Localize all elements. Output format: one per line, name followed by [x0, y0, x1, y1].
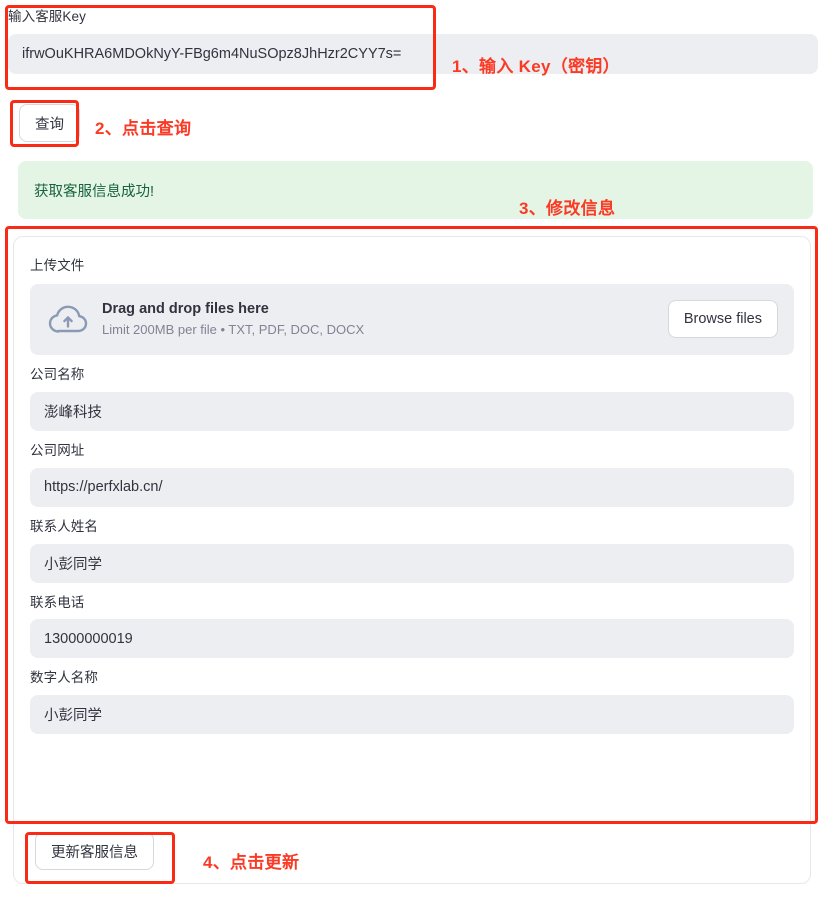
company-website-group: 公司网址 https://perfxlab.cn/: [30, 442, 794, 507]
update-button[interactable]: 更新客服信息: [35, 832, 154, 870]
file-upload-group: 上传文件 Drag and drop files here Limit 200M…: [30, 257, 794, 355]
file-upload-label: 上传文件: [30, 258, 85, 273]
annotation-label-step-2: 2、点击查询: [95, 119, 192, 138]
query-button[interactable]: 查询: [19, 104, 80, 142]
contact-phone-input[interactable]: 13000000019: [30, 619, 794, 659]
annotation-label-step-3: 3、修改信息: [519, 199, 616, 218]
key-input[interactable]: ifrwOuKHRA6MDOkNyY-FBg6m4NuSOpz8JhHzr2CY…: [8, 33, 818, 74]
customer-service-form-card: 上传文件 Drag and drop files here Limit 200M…: [13, 236, 811, 884]
cloud-upload-icon: [46, 297, 90, 341]
contact-name-input[interactable]: 小彭同学: [30, 543, 794, 583]
digital-human-name-label: 数字人名称: [30, 670, 98, 686]
digital-human-name-input[interactable]: 小彭同学: [30, 695, 794, 735]
digital-human-name-group: 数字人名称 小彭同学: [30, 669, 794, 735]
contact-name-label: 联系人姓名: [30, 518, 98, 534]
company-name-label: 公司名称: [30, 366, 85, 382]
status-message: 获取客服信息成功!: [34, 183, 155, 200]
status-banner: 获取客服信息成功!: [18, 161, 813, 219]
file-dropzone[interactable]: Drag and drop files here Limit 200MB per…: [30, 283, 794, 355]
upload-title: Drag and drop files here: [102, 301, 269, 318]
key-input-label: 输入客服Key: [8, 9, 86, 24]
company-website-input[interactable]: https://perfxlab.cn/: [30, 467, 794, 507]
company-name-group: 公司名称 澎峰科技: [30, 366, 794, 431]
browse-files-button[interactable]: Browse files: [667, 300, 778, 339]
upload-subtitle: Limit 200MB per file • TXT, PDF, DOC, DO…: [102, 321, 365, 337]
annotation-label-step-1: 1、输入 Key（密钥）: [452, 57, 620, 76]
company-name-input[interactable]: 澎峰科技: [30, 391, 794, 431]
contact-phone-group: 联系电话 13000000019: [30, 594, 794, 659]
contact-name-group: 联系人姓名 小彭同学: [30, 518, 794, 583]
upload-text-block: Drag and drop files here Limit 200MB per…: [102, 300, 668, 339]
company-website-label: 公司网址: [30, 442, 85, 458]
contact-phone-label: 联系电话: [30, 594, 85, 610]
query-section: 查询: [19, 104, 80, 142]
annotation-label-step-4: 4、点击更新: [203, 853, 300, 872]
key-input-section: 输入客服Key ifrwOuKHRA6MDOkNyY-FBg6m4NuSOpz8…: [8, 8, 818, 74]
update-section: 更新客服信息: [35, 832, 154, 870]
